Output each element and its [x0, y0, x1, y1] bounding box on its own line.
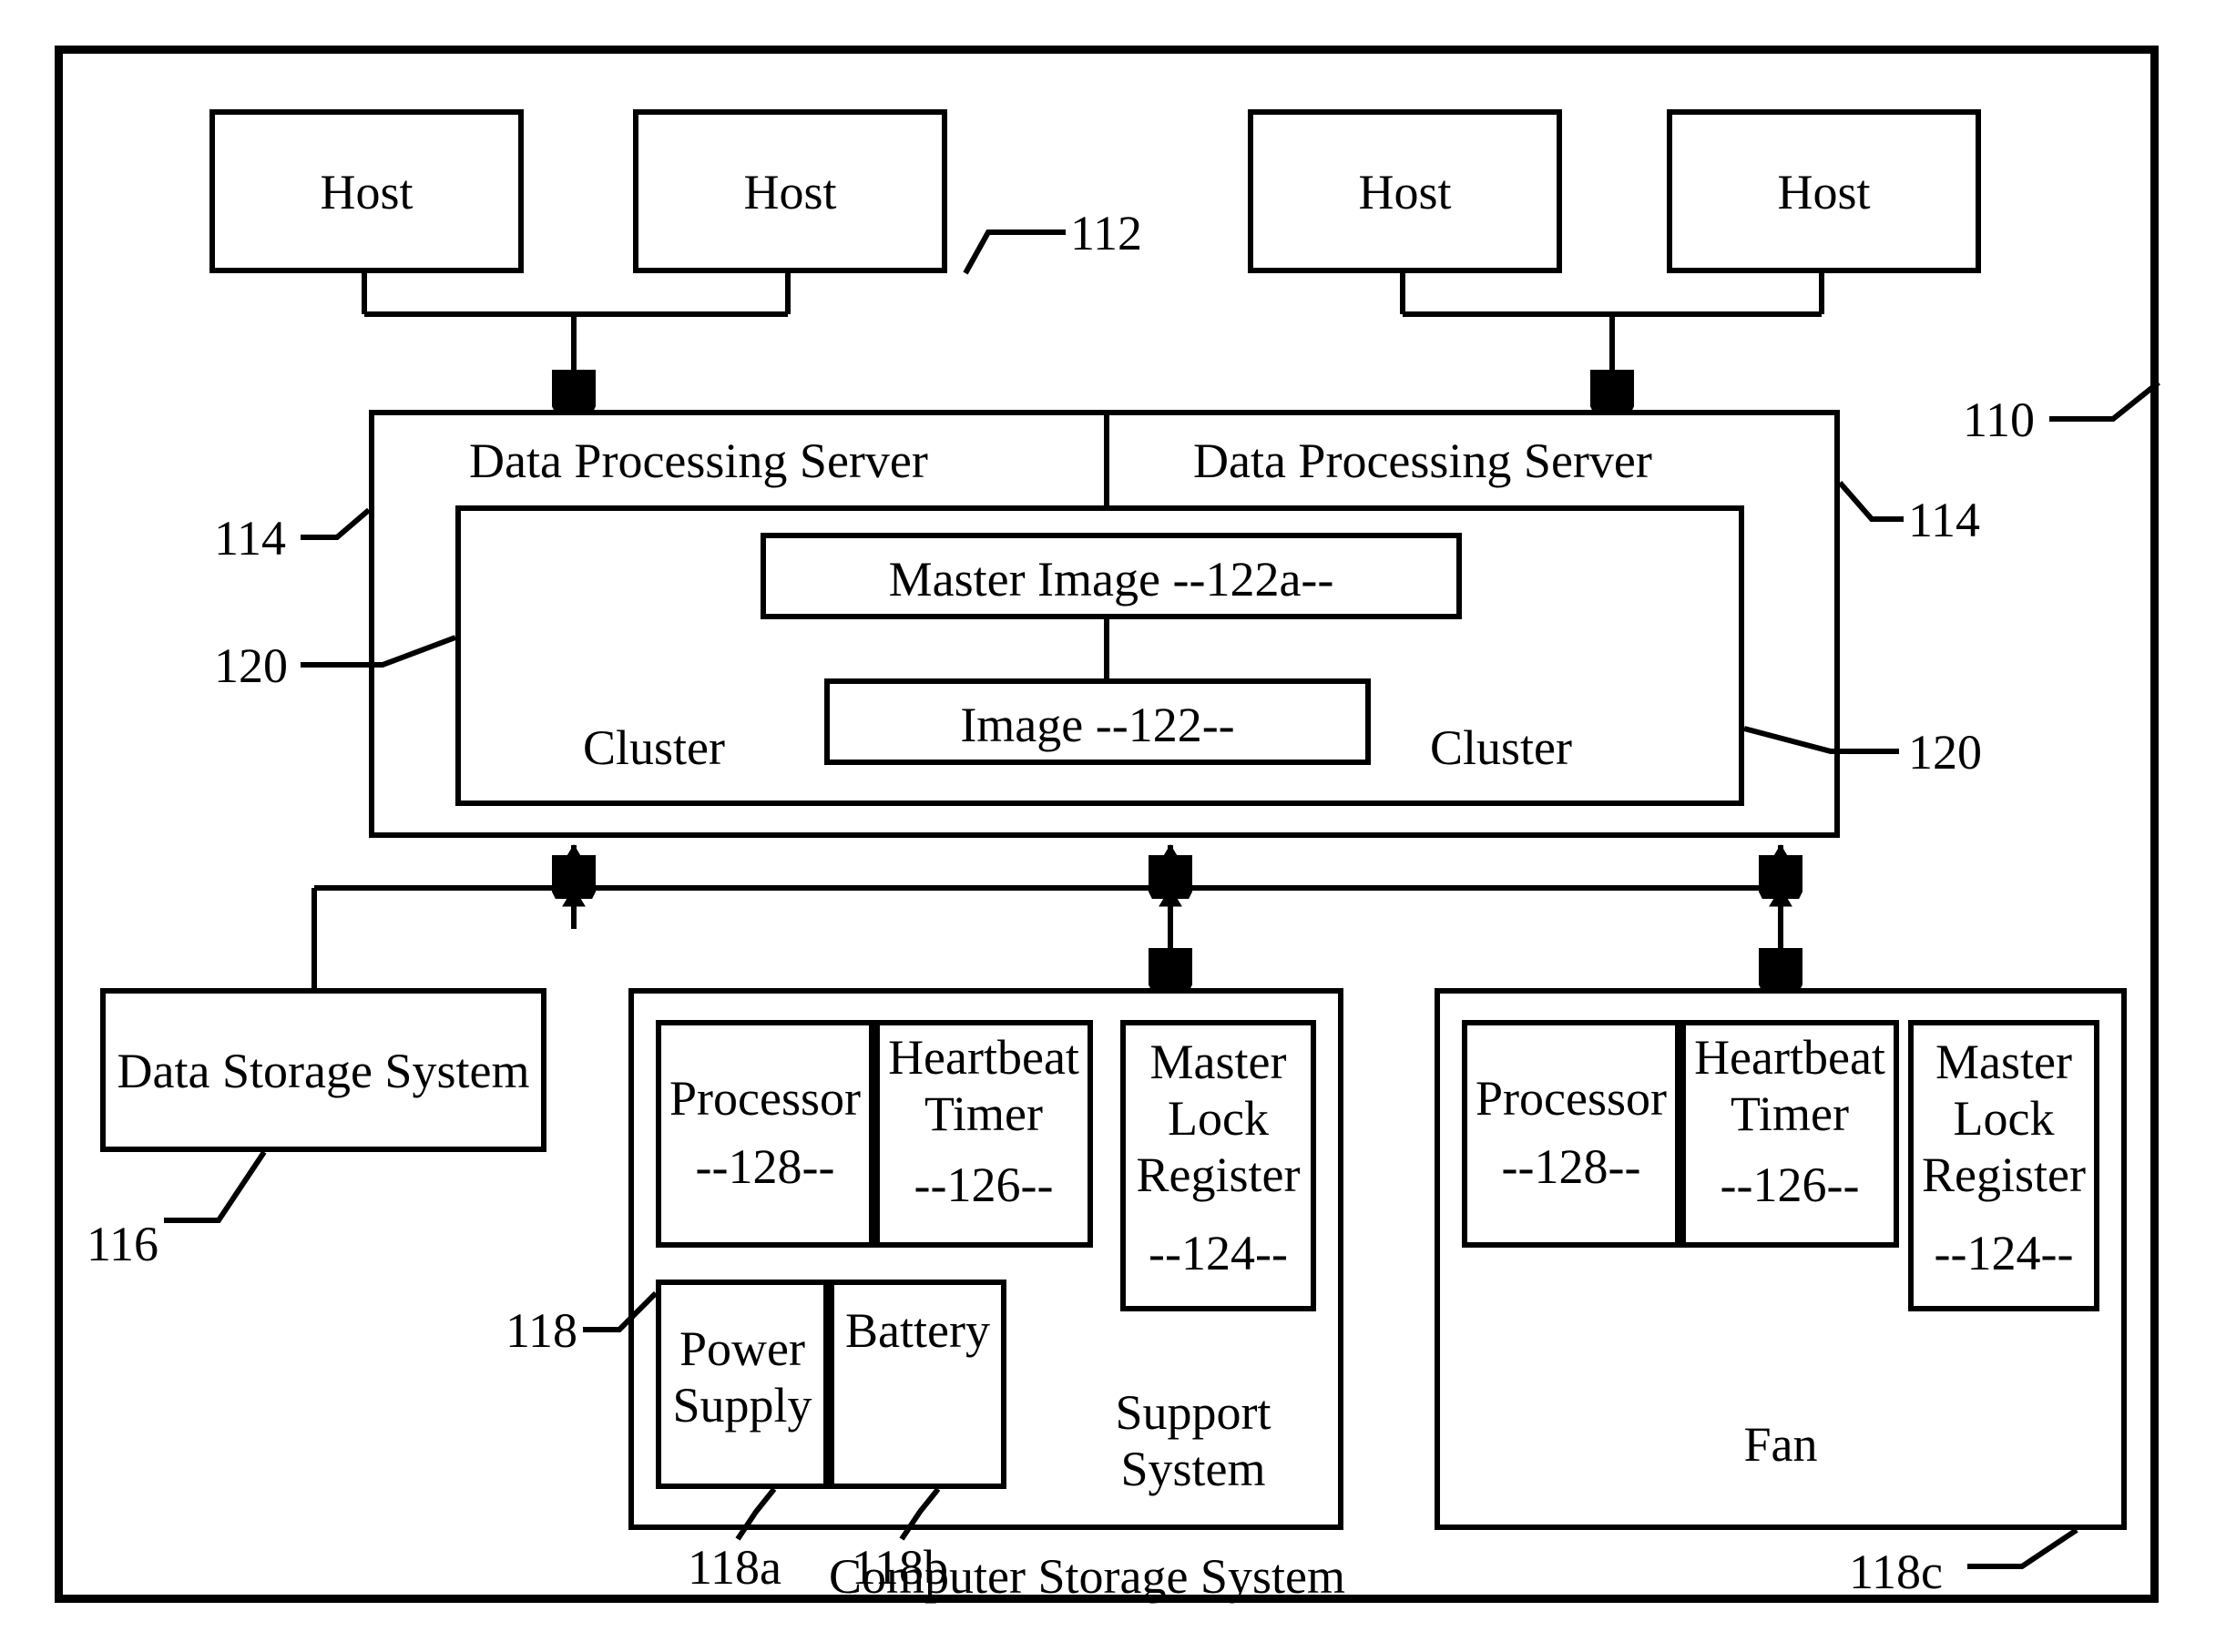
ref-112: 112 [1070, 205, 1142, 261]
ref-118b: 118b [852, 1539, 948, 1596]
support-power-name: PowerSupply [656, 1321, 829, 1433]
ref-114-left: 114 [214, 510, 286, 566]
ref-118c: 118c [1849, 1544, 1943, 1600]
host-1-label: Host [209, 164, 524, 220]
ref-114-right: 114 [1908, 492, 1980, 548]
support-processor-box [656, 1020, 874, 1248]
support-hb-name: HeartbeatTimer [874, 1029, 1093, 1142]
server-left-label: Data Processing Server [469, 433, 928, 489]
server-right-label: Data Processing Server [1193, 433, 1652, 489]
ref-118a: 118a [688, 1539, 781, 1596]
support-proc-name: Processor [656, 1070, 874, 1127]
ref-110: 110 [1963, 392, 2035, 448]
host-4-label: Host [1667, 164, 1981, 220]
ref-118: 118 [505, 1302, 577, 1359]
fan-hb-id: --126-- [1680, 1157, 1899, 1213]
master-image-label: Master Image --122a-- [761, 551, 1462, 607]
support-label: SupportSystem [1057, 1384, 1330, 1497]
fan-label: Fan [1435, 1416, 2127, 1473]
fan-hb-name: HeartbeatTimer [1680, 1029, 1899, 1142]
data-storage-label: Data Storage System [100, 1043, 546, 1099]
support-mlr-id: --124-- [1120, 1225, 1316, 1281]
fan-mlr-id: --124-- [1908, 1225, 2099, 1281]
support-battery-name: Battery [829, 1302, 1006, 1359]
cluster-left-label: Cluster [583, 719, 725, 776]
fan-proc-id: --128-- [1462, 1138, 1680, 1195]
ref-120-left: 120 [214, 637, 288, 694]
support-hb-id: --126-- [874, 1157, 1093, 1213]
support-mlr-name: MasterLockRegister [1120, 1034, 1316, 1203]
ref-116: 116 [87, 1216, 158, 1272]
fan-proc-name: Processor [1462, 1070, 1680, 1127]
fan-mlr-name: MasterLockRegister [1908, 1034, 2099, 1203]
host-2-label: Host [633, 164, 947, 220]
fan-processor-box [1462, 1020, 1680, 1248]
image-label: Image --122-- [824, 697, 1371, 753]
host-3-label: Host [1248, 164, 1562, 220]
ref-120-right: 120 [1908, 724, 1982, 780]
cluster-right-label: Cluster [1430, 719, 1572, 776]
support-proc-id: --128-- [656, 1138, 874, 1195]
diagram-root: Host Host Host Host Data Processing Serv… [0, 0, 2216, 1652]
